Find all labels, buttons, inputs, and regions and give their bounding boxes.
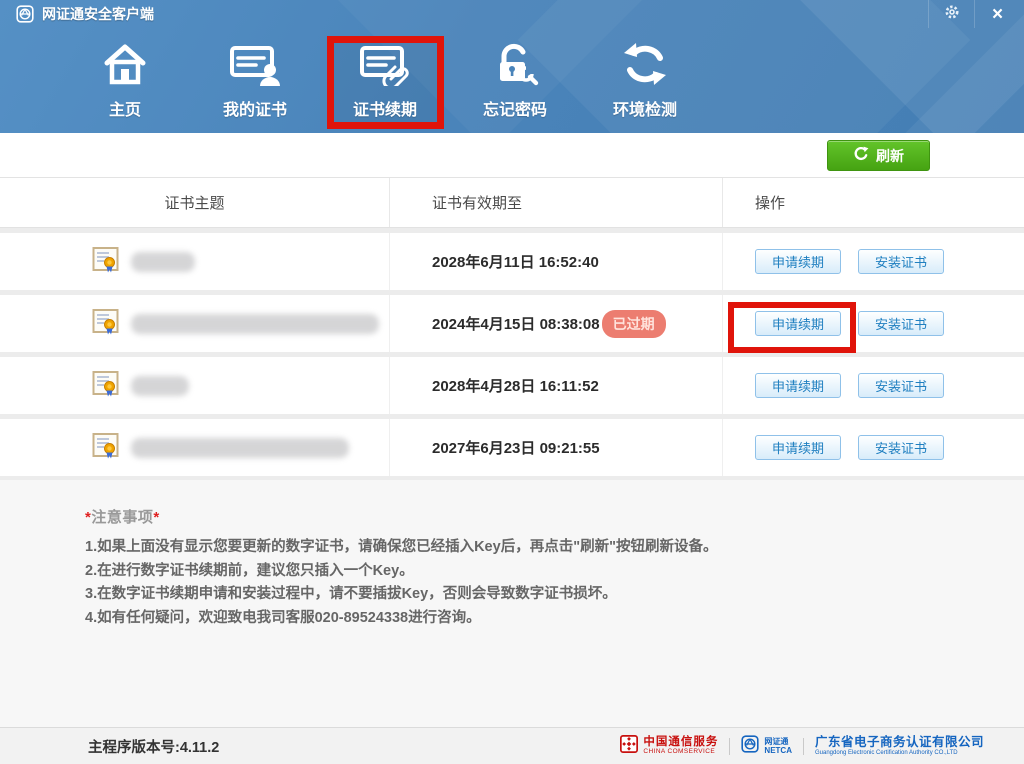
expired-badge: 已过期	[602, 310, 666, 338]
note-line: 2.在进行数字证书续期前，建议您只插入一个Key。	[85, 560, 984, 584]
footer: 主程序版本号:4.11.2 中国通信服务 CHINA COMSERVICE	[0, 727, 1024, 764]
settings-button[interactable]	[928, 0, 974, 28]
gear-icon	[944, 4, 960, 25]
netca-cn: 网证通	[764, 737, 792, 746]
notes-section: *注意事项* 1.如果上面没有显示您要更新的数字证书，请确保您已经插入Key后，…	[0, 480, 1024, 727]
netca-logo: 网证通 NETCA	[741, 735, 792, 758]
install-cert-button[interactable]: 安装证书	[858, 311, 944, 336]
netca-icon	[741, 735, 759, 758]
tab-label: 证书续期	[353, 96, 417, 120]
window-controls: ×	[928, 0, 1020, 28]
app-window: 网证通安全客户端 ×	[0, 0, 1024, 764]
china-comservice-icon	[620, 735, 638, 758]
china-comservice-cn: 中国通信服务	[643, 736, 718, 748]
cert-subject-cell	[0, 419, 390, 476]
apply-renewal-button[interactable]: 申请续期	[755, 311, 841, 336]
logo-divider	[729, 738, 730, 755]
certificate-table: 证书主题 证书有效期至 操作	[0, 178, 1024, 481]
tab-environment-check[interactable]: 环境检测	[587, 36, 703, 128]
table-row: 2028年4月28日 16:11:52 申请续期 安装证书	[0, 357, 1024, 414]
tab-certificate-renewal[interactable]: 证书续期	[327, 36, 443, 128]
cert-actions-cell: 申请续期 安装证书	[723, 233, 1024, 290]
apply-renewal-button[interactable]: 申请续期	[755, 435, 841, 460]
cert-subject-cell	[0, 233, 390, 290]
tab-label: 忘记密码	[483, 96, 547, 120]
china-comservice-en: CHINA COMSERVICE	[643, 748, 718, 756]
install-cert-button[interactable]: 安装证书	[858, 373, 944, 398]
cert-expiry-cell: 2028年6月11日 16:52:40	[390, 233, 723, 290]
expiry-date: 2024年4月15日 08:38:08	[432, 313, 600, 334]
card-paperclip-icon	[359, 36, 411, 92]
notes-title: *注意事项*	[85, 506, 984, 527]
table-header: 证书主题 证书有效期至 操作	[0, 178, 1024, 228]
refresh-label: 刷新	[876, 146, 904, 166]
cert-actions-cell: 申请续期 安装证书	[723, 295, 1024, 352]
expiry-date: 2028年6月11日 16:52:40	[432, 251, 599, 272]
close-icon: ×	[992, 5, 1003, 24]
cert-subject-cell	[0, 357, 390, 414]
tab-label: 我的证书	[223, 96, 287, 120]
close-button[interactable]: ×	[974, 0, 1020, 28]
note-line: 4.如有任何疑问，欢迎致电我司客服020-89524338进行咨询。	[85, 607, 984, 631]
expiry-date: 2028年4月28日 16:11:52	[432, 375, 599, 396]
tab-label: 环境检测	[613, 96, 677, 120]
redacted-subject	[131, 438, 349, 458]
apply-renewal-button[interactable]: 申请续期	[755, 249, 841, 274]
redacted-subject	[131, 252, 195, 272]
tab-my-certificates[interactable]: 我的证书	[197, 36, 313, 128]
install-cert-button[interactable]: 安装证书	[858, 435, 944, 460]
tab-home[interactable]: 主页	[67, 36, 183, 128]
footer-logos: 中国通信服务 CHINA COMSERVICE 网证通 NETCA	[620, 735, 984, 758]
refresh-button[interactable]: 刷新	[827, 140, 930, 171]
china-comservice-logo: 中国通信服务 CHINA COMSERVICE	[620, 735, 718, 758]
install-cert-button[interactable]: 安装证书	[858, 249, 944, 274]
cert-subject-cell	[0, 295, 390, 352]
note-line: 3.在数字证书续期申请和安装过程中，请不要插拔Key，否则会导致数字证书损坏。	[85, 583, 984, 607]
certificate-icon	[92, 370, 119, 402]
logo-divider	[803, 738, 804, 755]
column-header-subject: 证书主题	[0, 178, 390, 227]
column-header-actions: 操作	[723, 178, 1024, 227]
app-header: 网证通安全客户端 ×	[0, 0, 1024, 133]
expiry-date: 2027年6月23日 09:21:55	[432, 437, 600, 458]
table-row: 2028年6月11日 16:52:40 申请续期 安装证书	[0, 233, 1024, 290]
gdca-company-cn: 广东省电子商务认证有限公司	[815, 736, 984, 749]
redacted-subject	[131, 314, 379, 334]
home-icon	[101, 36, 149, 92]
title-bar: 网证通安全客户端 ×	[0, 0, 1024, 28]
certificate-icon	[92, 246, 119, 278]
toolbar: 刷新	[0, 133, 1024, 178]
column-header-expiry: 证书有效期至	[390, 178, 723, 227]
redacted-subject	[131, 376, 189, 396]
cert-actions-cell: 申请续期 安装证书	[723, 419, 1024, 476]
certificate-icon	[92, 432, 119, 464]
version-label: 主程序版本号:4.11.2	[88, 736, 219, 757]
refresh-icon	[853, 146, 869, 165]
netca-en: NETCA	[764, 746, 792, 755]
gdca-logo: 广东省电子商务认证有限公司 Guangdong Electronic Certi…	[815, 736, 984, 757]
table-row: 2024年4月15日 08:38:08 已过期 申请续期 安装证书	[0, 295, 1024, 352]
tab-label: 主页	[109, 96, 141, 120]
table-body: 2028年6月11日 16:52:40 申请续期 安装证书	[0, 228, 1024, 476]
lock-wrench-icon	[490, 36, 540, 92]
required-asterisk: *	[153, 509, 159, 526]
cert-expiry-cell: 2028年4月28日 16:11:52	[390, 357, 723, 414]
cert-expiry-cell: 2024年4月15日 08:38:08 已过期	[390, 295, 723, 352]
gdca-company-en: Guangdong Electronic Certification Autho…	[815, 749, 984, 757]
apply-renewal-button[interactable]: 申请续期	[755, 373, 841, 398]
sync-arrows-icon	[621, 36, 669, 92]
app-title: 网证通安全客户端	[42, 0, 154, 28]
card-user-icon	[229, 36, 281, 92]
cert-expiry-cell: 2027年6月23日 09:21:55	[390, 419, 723, 476]
table-row: 2027年6月23日 09:21:55 申请续期 安装证书	[0, 419, 1024, 476]
note-line: 1.如果上面没有显示您要更新的数字证书，请确保您已经插入Key后，再点击"刷新"…	[85, 536, 984, 560]
main-nav: 主页 我的证书	[67, 36, 717, 128]
app-logo-icon	[16, 5, 34, 23]
cert-actions-cell: 申请续期 安装证书	[723, 357, 1024, 414]
tab-forgot-password[interactable]: 忘记密码	[457, 36, 573, 128]
certificate-icon	[92, 308, 119, 340]
